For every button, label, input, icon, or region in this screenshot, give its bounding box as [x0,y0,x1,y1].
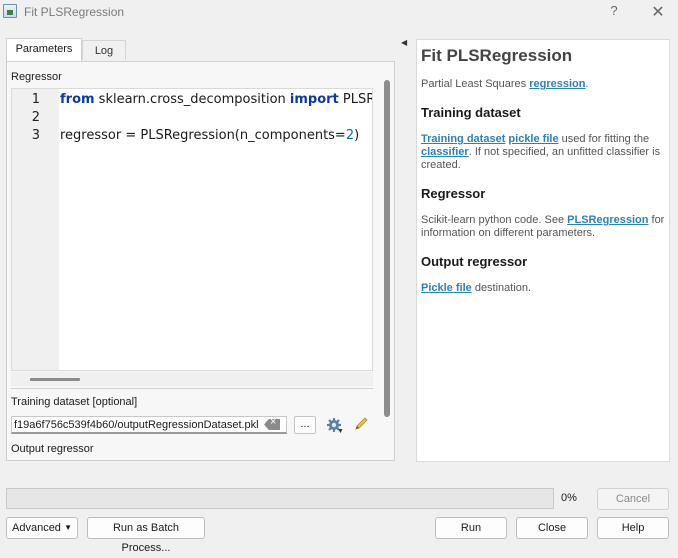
regressor-heading: Regressor [421,186,486,201]
code-number: 2 [345,128,355,143]
regression-link[interactable]: regression [529,78,585,90]
tab-parameters[interactable]: Parameters [6,38,82,62]
training-dataset-heading: Training dataset [421,105,521,120]
dropdown-arrow-icon: ▼ [64,523,72,532]
training-dataset-value: f19a6f756c539f4b60/outputRegressionDatas… [14,419,259,431]
code-editor[interactable]: 1 2 3 from sklearn.cross_decomposition i… [11,88,373,371]
progress-percent: 0% [561,492,577,504]
dropdown-arrow-icon[interactable]: ▼ [337,428,344,435]
help-text: Partial Least Squares [421,78,530,90]
training-dataset-input[interactable]: f19a6f756c539f4b60/outputRegressionDatas… [11,416,287,434]
window-title: Fit PLSRegression [24,5,125,19]
close-window-button[interactable]: ✕ [646,2,670,22]
code-text: PLSR [338,92,373,107]
help-text: Scikit-learn python code. See [421,214,568,226]
help-text: destination. [471,282,532,294]
training-dataset-help: Training dataset pickle file used for fi… [421,133,667,172]
help-button[interactable]: Help [597,517,669,539]
code-module: sklearn.cross_decomposition [94,92,290,107]
line-number: 3 [31,128,40,143]
help-title: Fit PLSRegression [421,46,573,65]
code-keyword: import [289,92,339,107]
help-text: . [585,78,589,90]
pickle-file-link[interactable]: pickle file [508,133,558,145]
regressor-label: Regressor [11,71,62,83]
output-regressor-label: Output regressor [11,443,94,455]
classifier-link[interactable]: classifier [421,146,469,158]
progress-bar [6,488,554,509]
plsregression-link[interactable]: PLSRegression [567,214,648,226]
line-number-gutter: 1 2 3 [12,89,59,370]
browse-button[interactable]: ... [294,416,316,434]
run-button[interactable]: Run [435,517,507,539]
pencil-icon[interactable] [353,416,369,432]
output-regressor-heading: Output regressor [421,254,528,269]
clear-icon[interactable] [264,419,280,430]
line-number: 1 [31,92,40,107]
help-title-button[interactable]: ? [604,3,624,21]
help-text: used for fitting the [558,133,650,145]
app-icon [3,4,17,18]
training-dataset-link[interactable]: Training dataset [421,133,505,145]
advanced-label: Advanced [12,522,61,534]
tab-log[interactable]: Log [82,40,126,60]
title-bar: Fit PLSRegression ? ✕ [0,0,678,24]
help-intro: Partial Least Squares regression. [421,78,667,91]
run-batch-button[interactable]: Run as Batch Process... [87,517,205,554]
advanced-dropdown[interactable]: Advanced ▼ [6,517,78,539]
regressor-help: Scikit-learn python code. See PLSRegress… [421,214,667,240]
code-line-3: regressor = PLSRegression(n_components=2… [60,128,359,143]
code-text: ) [354,128,360,143]
collapse-arrow-icon[interactable]: ◀ [401,38,407,47]
output-regressor-help: Pickle file destination. [421,282,667,295]
close-button[interactable]: Close [516,517,588,539]
divider [11,388,373,389]
code-text: regressor = PLSRegression(n_components= [60,128,346,143]
pickle-file-link[interactable]: Pickle file [421,282,472,294]
line-number: 2 [31,110,40,125]
code-line-1: from sklearn.cross_decomposition import … [60,92,373,107]
code-keyword: from [60,92,95,107]
editor-scroll-thumb[interactable] [30,378,80,381]
help-panel: Fit PLSRegression Partial Least Squares … [416,39,670,462]
cancel-button[interactable]: Cancel [597,488,669,510]
panel-vertical-scrollbar[interactable] [384,80,390,417]
training-dataset-label: Training dataset [optional] [11,396,138,408]
